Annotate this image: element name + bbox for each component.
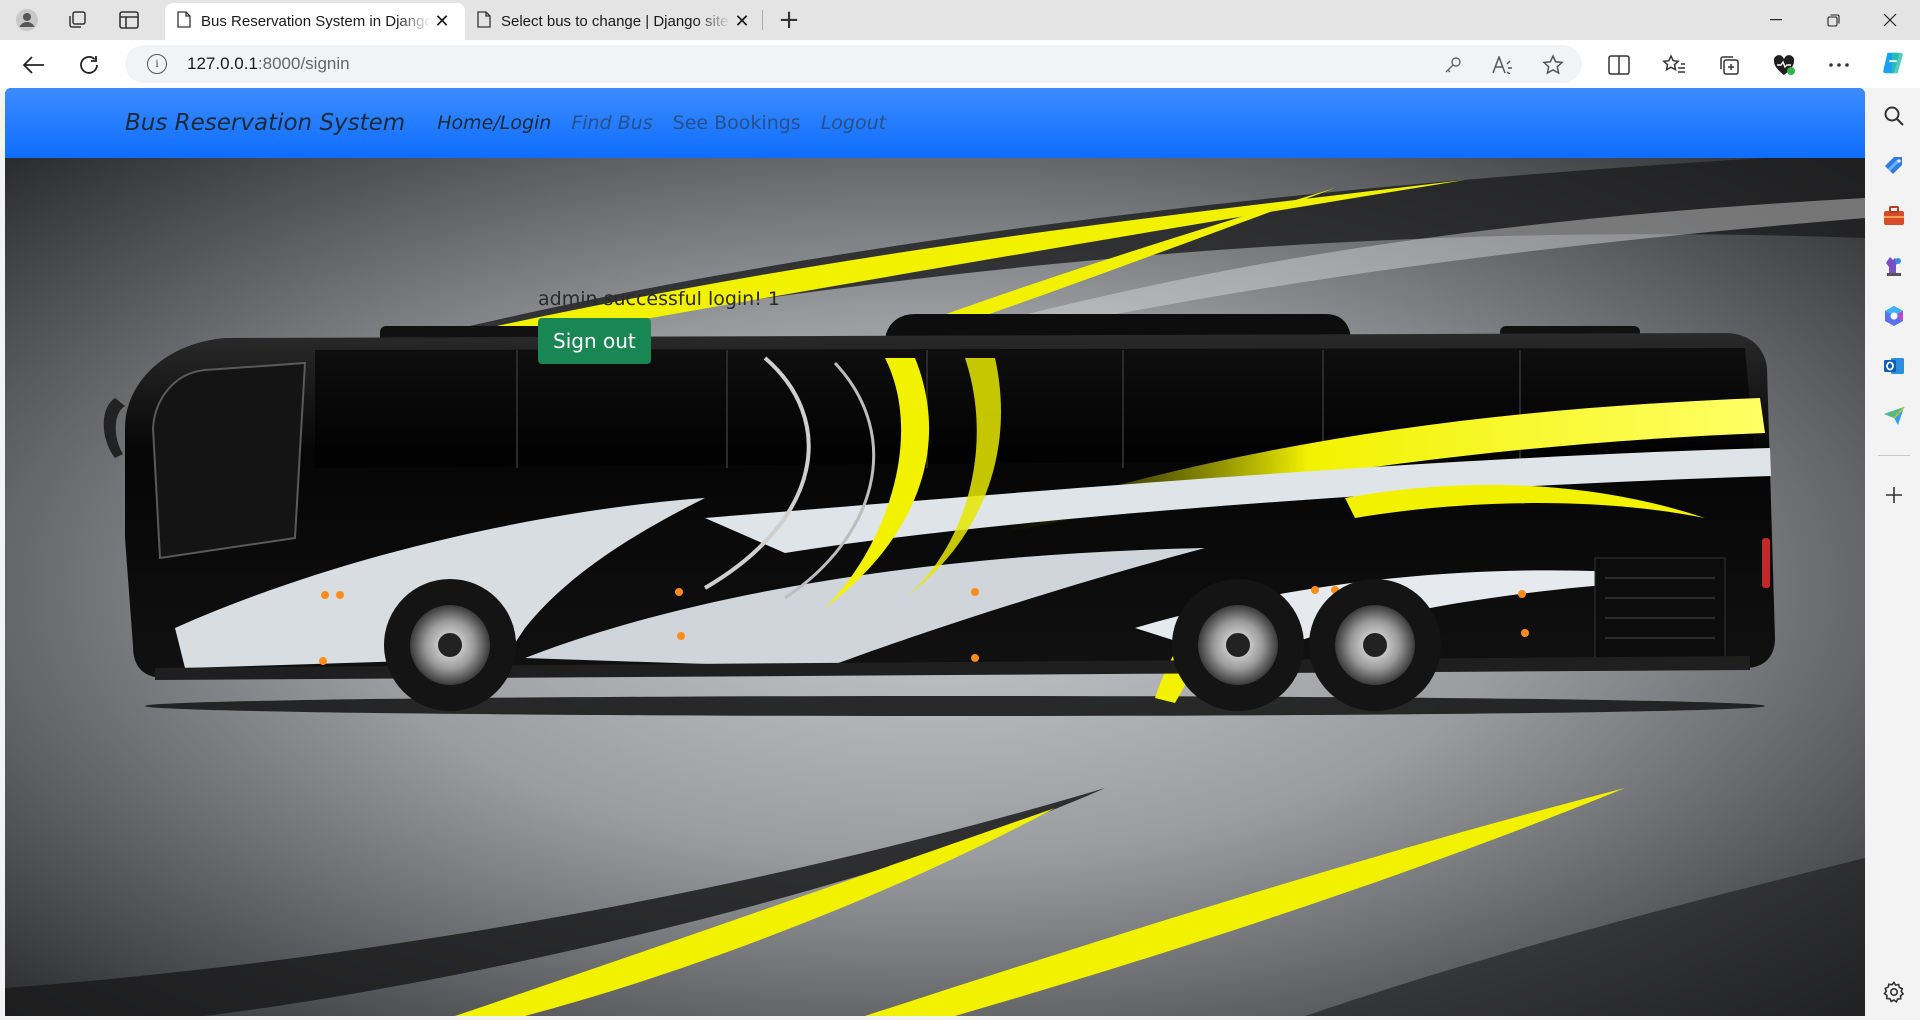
read-aloud-icon[interactable]: [1491, 54, 1515, 76]
split-screen-icon[interactable]: [1606, 52, 1632, 78]
tab-title: Bus Reservation System in Django: [201, 13, 431, 30]
site-info-icon[interactable]: i: [147, 54, 167, 74]
nav-link-home-login[interactable]: Home/Login: [437, 112, 551, 134]
site-navbar: Bus Reservation System Home/Login Find B…: [5, 88, 1865, 158]
page-viewport: Bus Reservation System Home/Login Find B…: [5, 88, 1865, 1016]
tab-strip: Bus Reservation System in Django ✕ Selec…: [0, 0, 1920, 40]
workspaces-icon[interactable]: [64, 7, 90, 33]
url-text[interactable]: 127.0.0.1:8000/signin: [187, 54, 350, 74]
close-tab-icon[interactable]: ✕: [431, 11, 453, 33]
outlook-icon[interactable]: [1881, 353, 1907, 379]
vertical-tabs-icon[interactable]: [116, 7, 142, 33]
bus-illustration: [5, 158, 1865, 1016]
browser-essentials-icon[interactable]: [1771, 52, 1797, 78]
games-icon[interactable]: [1881, 253, 1907, 279]
tab-django-admin[interactable]: Select bus to change | Django site admin…: [465, 3, 765, 40]
more-options-icon[interactable]: [1826, 52, 1852, 78]
page-icon: [477, 11, 491, 32]
tab-bus-reservation[interactable]: Bus Reservation System in Django ✕: [165, 3, 465, 40]
add-sidebar-app-icon[interactable]: [1881, 482, 1907, 508]
back-button[interactable]: [18, 49, 50, 81]
nav-link-logout[interactable]: Logout: [821, 112, 886, 134]
close-window-button[interactable]: [1863, 0, 1917, 40]
copilot-icon[interactable]: [1880, 50, 1906, 76]
tools-briefcase-icon[interactable]: [1881, 203, 1907, 229]
nav-link-find-bus[interactable]: Find Bus: [571, 112, 652, 134]
microsoft-365-icon[interactable]: [1881, 303, 1907, 329]
profile-icon[interactable]: [14, 7, 40, 33]
url-path: :8000/signin: [257, 54, 350, 73]
page-icon: [177, 11, 191, 32]
nav-link-see-bookings[interactable]: See Bookings: [673, 112, 801, 134]
search-icon[interactable]: [1881, 103, 1907, 129]
address-bar: i 127.0.0.1:8000/signin: [0, 40, 1920, 88]
sidebar-divider: [1878, 455, 1910, 456]
restore-button[interactable]: [1806, 0, 1860, 40]
url-field[interactable]: i 127.0.0.1:8000/signin: [125, 45, 1582, 83]
close-tab-icon[interactable]: ✕: [731, 11, 753, 33]
tab-divider: [762, 10, 763, 30]
favorites-icon[interactable]: [1661, 52, 1687, 78]
shopping-tag-icon[interactable]: [1881, 153, 1907, 179]
url-host: 127.0.0.1: [187, 54, 258, 73]
tab-title: Select bus to change | Django site admin: [501, 13, 731, 30]
settings-gear-icon[interactable]: [1881, 979, 1907, 1005]
edge-sidebar: [1868, 88, 1920, 1020]
send-paper-plane-icon[interactable]: [1881, 403, 1907, 429]
navbar-brand[interactable]: Bus Reservation System: [125, 110, 405, 136]
login-status-message: admin successful login! 1: [538, 288, 780, 310]
reload-button[interactable]: [73, 49, 105, 81]
minimize-button[interactable]: [1749, 0, 1803, 40]
favorite-star-icon[interactable]: [1541, 54, 1565, 76]
collections-icon[interactable]: [1716, 52, 1742, 78]
password-key-icon[interactable]: [1441, 54, 1465, 76]
sign-out-button[interactable]: Sign out: [538, 318, 651, 364]
new-tab-button[interactable]: +: [775, 5, 803, 35]
hero-background: admin successful login! 1 Sign out: [5, 158, 1865, 1016]
